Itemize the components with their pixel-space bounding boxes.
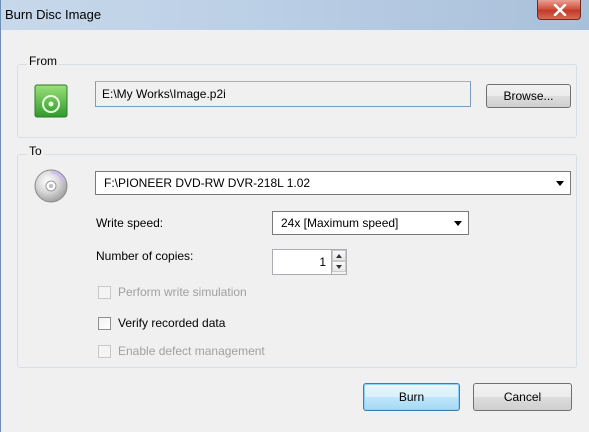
write-speed-label: Write speed:: [96, 216, 164, 230]
dialog-body: From E:\My Works\Image.p2i Browse... To: [7, 30, 584, 432]
close-button[interactable]: [537, 0, 581, 20]
verify-data-label: Verify recorded data: [118, 316, 226, 330]
from-group-label: From: [27, 54, 59, 68]
spin-down-button[interactable]: [332, 261, 346, 272]
drive-select-value: F:\PIONEER DVD-RW DVR-218L 1.02: [104, 176, 311, 190]
chevron-down-icon: [556, 181, 564, 186]
close-icon: [553, 4, 567, 16]
source-path-field[interactable]: E:\My Works\Image.p2i: [95, 81, 471, 107]
spin-up-button[interactable]: [332, 250, 346, 261]
write-simulation-label: Perform write simulation: [118, 285, 247, 299]
chevron-up-icon: [336, 254, 342, 258]
drive-select[interactable]: F:\PIONEER DVD-RW DVR-218L 1.02: [95, 171, 571, 195]
copies-field[interactable]: 1: [272, 249, 332, 275]
title-bar[interactable]: Burn Disc Image: [1, 0, 589, 30]
write-simulation-checkbox[interactable]: [98, 286, 111, 299]
browse-button[interactable]: Browse...: [486, 84, 571, 108]
defect-management-checkbox[interactable]: [98, 345, 111, 358]
verify-data-checkbox[interactable]: [98, 317, 111, 330]
defect-management-label: Enable defect management: [118, 344, 265, 358]
window-title: Burn Disc Image: [5, 7, 102, 22]
write-speed-value: 24x [Maximum speed]: [281, 216, 399, 230]
burn-button[interactable]: Burn: [363, 383, 460, 411]
cancel-button[interactable]: Cancel: [473, 383, 572, 411]
cd-disc-icon: [33, 168, 69, 204]
copies-label: Number of copies:: [96, 249, 194, 263]
chevron-down-icon: [336, 265, 342, 269]
chevron-down-icon: [454, 221, 462, 226]
write-speed-select[interactable]: 24x [Maximum speed]: [272, 211, 469, 235]
disc-image-file-icon: [34, 84, 68, 118]
copies-spinner[interactable]: [331, 249, 347, 275]
to-group-label: To: [27, 144, 44, 158]
burn-disc-image-dialog: Burn Disc Image From E:\My Works\Image.p…: [0, 0, 589, 432]
